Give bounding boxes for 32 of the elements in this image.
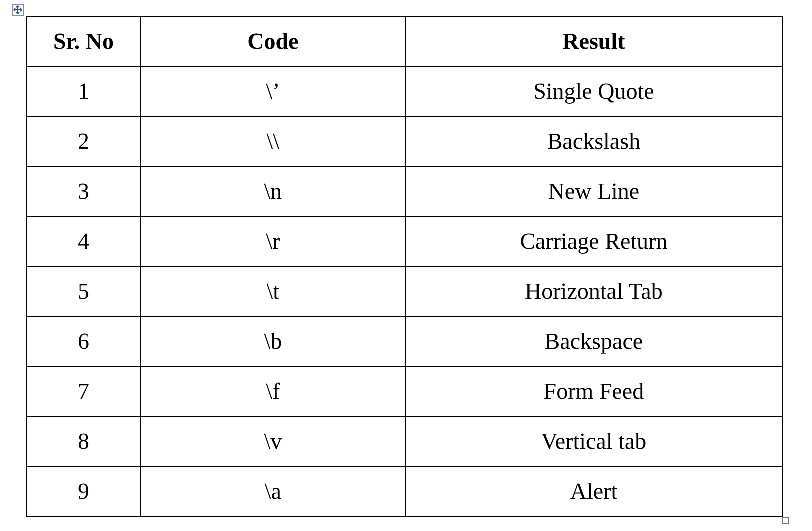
table-cell: Horizontal Tab: [405, 266, 782, 316]
table-cell: \n: [140, 166, 406, 216]
table-cell: 1: [26, 66, 141, 116]
table-cell: \f: [140, 366, 406, 416]
table-cell: 5: [26, 266, 141, 316]
table-cell: 8: [26, 416, 141, 466]
column-header: Result: [405, 16, 782, 66]
table-cell: 3: [26, 166, 141, 216]
table-cell: New Line: [405, 166, 782, 216]
table-cell: \a: [140, 466, 406, 516]
table-cell: Vertical tab: [405, 416, 782, 466]
table-cell: Form Feed: [405, 366, 782, 416]
column-header: Sr. No: [26, 16, 141, 66]
table-resize-handle[interactable]: [782, 517, 789, 524]
table-cell: \t: [140, 266, 406, 316]
table-cell: Backspace: [405, 316, 782, 366]
table-cell: \v: [140, 416, 406, 466]
table-cell: Single Quote: [405, 66, 782, 116]
table-cell: \r: [140, 216, 406, 266]
table-cell: 4: [26, 216, 141, 266]
table-cell: 9: [26, 466, 141, 516]
table-cell: Alert: [405, 466, 782, 516]
table-cell: \b: [140, 316, 406, 366]
table-cell: 2: [26, 116, 141, 166]
table-cell: \’: [140, 66, 406, 116]
column-header: Code: [140, 16, 406, 66]
table-cell: Backslash: [405, 116, 782, 166]
table-cell: 7: [26, 366, 141, 416]
table-cell: \\: [140, 116, 406, 166]
table-move-handle-icon[interactable]: [12, 4, 24, 16]
table-cell: Carriage Return: [405, 216, 782, 266]
table-cell: 6: [26, 316, 141, 366]
